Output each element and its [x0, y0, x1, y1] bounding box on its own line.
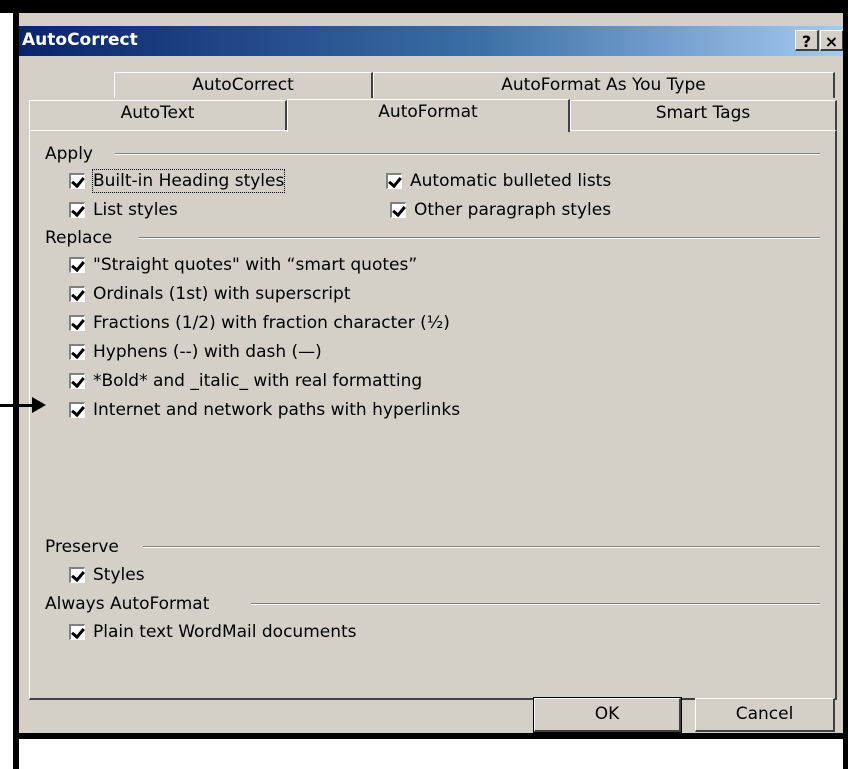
label-auto-bullets: Automatic bulleted lists — [410, 171, 612, 191]
tab-autotext[interactable]: AutoText — [29, 100, 287, 130]
tab-autocorrect[interactable]: AutoCorrect — [114, 72, 373, 98]
group-label-always-autoformat: Always AutoFormat — [45, 594, 210, 614]
label-heading-styles: Built-in Heading styles — [91, 169, 286, 193]
label-ordinals: Ordinals (1st) with superscript — [93, 284, 351, 304]
checkbox-styles[interactable] — [69, 567, 85, 583]
label-fractions: Fractions (1/2) with fraction character … — [93, 313, 450, 333]
checkbox-auto-bullets[interactable] — [386, 173, 402, 189]
group-divider-replace — [139, 237, 820, 239]
checkbox-smart-quotes[interactable] — [69, 257, 85, 273]
autocorrect-dialog: AutoCorrect ? × AutoCorrect AutoFormat A… — [19, 13, 843, 733]
title-bar[interactable]: AutoCorrect ? × — [19, 26, 843, 56]
close-button[interactable]: × — [820, 30, 843, 51]
checkbox-list-styles[interactable] — [69, 202, 85, 218]
checkbox-hyperlinks[interactable] — [69, 402, 85, 418]
window-title: AutoCorrect — [22, 30, 138, 50]
checkbox-fractions[interactable] — [69, 315, 85, 331]
checkbox-heading-styles[interactable] — [69, 173, 85, 189]
group-divider-always-autoformat — [251, 603, 820, 605]
checkbox-hyphens[interactable] — [69, 344, 85, 360]
group-label-apply: Apply — [45, 144, 93, 164]
group-divider-preserve — [143, 546, 820, 548]
label-other-para-styles: Other paragraph styles — [414, 200, 612, 220]
cancel-button[interactable]: Cancel — [695, 698, 835, 732]
checkbox-bold-italic[interactable] — [69, 373, 85, 389]
label-bold-italic: *Bold* and _italic_ with real formatting — [93, 371, 423, 391]
tab-autoformat[interactable]: AutoFormat — [287, 99, 570, 132]
frame-right-border — [843, 0, 848, 769]
tab-autoformat-as-you-type[interactable]: AutoFormat As You Type — [373, 72, 835, 98]
checkbox-wordmail[interactable] — [69, 624, 85, 640]
label-styles: Styles — [93, 565, 145, 585]
pointer-arrow-icon — [32, 397, 46, 413]
label-hyphens: Hyphens (--) with dash (—) — [93, 342, 322, 362]
pointer-arrow-line — [0, 404, 34, 407]
ok-button[interactable]: OK — [533, 697, 682, 733]
checkbox-other-para-styles[interactable] — [390, 202, 406, 218]
tab-smart-tags[interactable]: Smart Tags — [570, 100, 837, 130]
frame-bottom-border — [13, 733, 848, 739]
label-hyperlinks: Internet and network paths with hyperlin… — [93, 400, 461, 420]
help-button[interactable]: ? — [795, 30, 819, 51]
label-list-styles: List styles — [93, 200, 178, 220]
label-wordmail: Plain text WordMail documents — [93, 622, 357, 642]
group-divider-apply — [115, 153, 820, 155]
checkbox-ordinals[interactable] — [69, 286, 85, 302]
label-smart-quotes: "Straight quotes" with “smart quotes” — [93, 255, 418, 275]
group-label-replace: Replace — [45, 228, 113, 248]
frame-top-border — [0, 0, 848, 13]
group-label-preserve: Preserve — [45, 537, 119, 557]
